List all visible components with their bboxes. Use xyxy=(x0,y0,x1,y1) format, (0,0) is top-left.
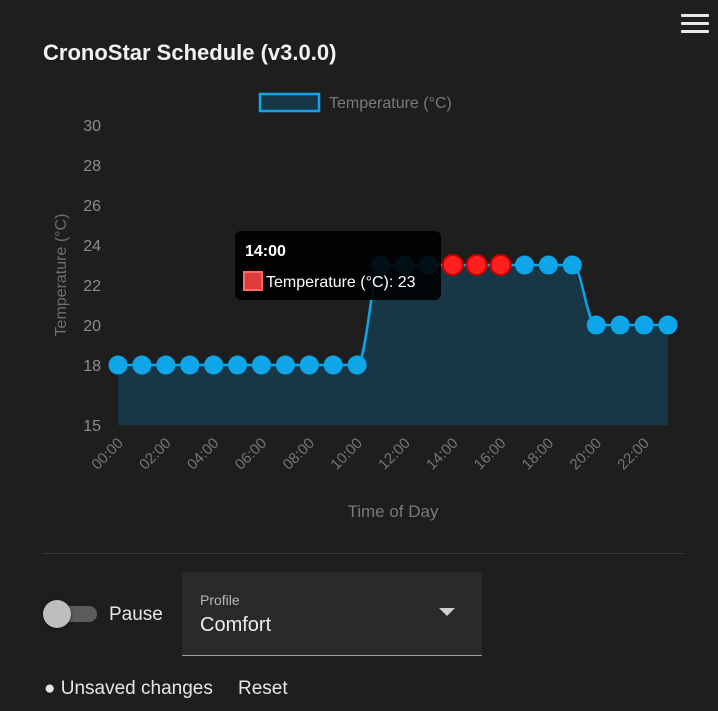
x-tick-label: 02:00 xyxy=(136,435,175,474)
data-point[interactable] xyxy=(515,255,535,275)
dropdown-arrow-icon xyxy=(439,608,455,616)
data-point[interactable] xyxy=(658,315,678,335)
x-tick-label: 18:00 xyxy=(519,435,558,474)
data-point[interactable] xyxy=(204,355,224,375)
data-point[interactable] xyxy=(156,355,176,375)
profile-select-label: Profile xyxy=(200,592,240,608)
legend-label[interactable]: Temperature (°C) xyxy=(329,95,452,112)
data-point[interactable] xyxy=(634,315,654,335)
x-tick-label: 06:00 xyxy=(232,435,271,474)
y-tick-label: 26 xyxy=(83,198,101,215)
pause-toggle[interactable] xyxy=(43,600,97,628)
temperature-chart[interactable]: 15 18 20 22 24 26 28 30 Temperature (°C) 00:00 02:… xyxy=(0,80,718,530)
data-point[interactable] xyxy=(441,254,464,276)
data-point[interactable] xyxy=(586,315,606,335)
legend-swatch[interactable] xyxy=(258,92,321,113)
profile-select[interactable]: Profile Comfort xyxy=(182,572,482,656)
data-point[interactable] xyxy=(489,254,512,276)
data-point[interactable] xyxy=(228,355,248,375)
data-point[interactable] xyxy=(108,355,128,375)
x-axis-title: Time of Day xyxy=(347,502,439,521)
tooltip-title: 14:00 xyxy=(245,243,286,260)
x-tick-label: 14:00 xyxy=(423,435,462,474)
data-point[interactable] xyxy=(180,355,200,375)
reset-button[interactable]: Reset xyxy=(238,678,288,700)
x-tick-label: 16:00 xyxy=(471,435,510,474)
y-tick-label: 28 xyxy=(83,158,101,175)
toggle-thumb xyxy=(43,600,71,628)
x-tick-label: 22:00 xyxy=(614,435,653,474)
data-point[interactable] xyxy=(610,315,630,335)
chart-svg[interactable]: 15 18 20 22 24 26 28 30 Temperature (°C) 00:00 02:… xyxy=(0,80,718,530)
profile-select-value: Comfort xyxy=(200,614,272,636)
y-tick-label: 20 xyxy=(83,318,101,335)
x-tick-label: 00:00 xyxy=(88,435,127,474)
data-point[interactable] xyxy=(251,355,271,375)
data-point[interactable] xyxy=(347,355,367,375)
pause-label: Pause xyxy=(109,604,163,625)
card-title: CronoStar Schedule (v3.0.0) xyxy=(43,40,337,65)
data-point[interactable] xyxy=(132,355,152,375)
data-point[interactable] xyxy=(275,355,295,375)
data-point[interactable] xyxy=(323,355,343,375)
y-tick-label: 30 xyxy=(83,118,101,135)
y-tick-label: 24 xyxy=(83,238,101,255)
data-point[interactable] xyxy=(538,255,558,275)
divider xyxy=(43,553,683,554)
x-tick-label: 20:00 xyxy=(567,435,606,474)
y-tick-label: 15 xyxy=(83,418,101,435)
y-axis-title: Temperature (°C) xyxy=(53,214,70,337)
data-point[interactable] xyxy=(465,254,488,276)
x-tick-label: 08:00 xyxy=(280,435,319,474)
x-tick-label: 10:00 xyxy=(327,435,366,474)
tooltip-swatch xyxy=(243,271,263,291)
x-tick-label: 04:00 xyxy=(184,435,223,474)
x-tick-label: 12:00 xyxy=(375,435,414,474)
hamburger-menu-icon[interactable] xyxy=(681,14,709,36)
unsaved-changes-status: ● Unsaved changes xyxy=(44,678,213,699)
data-point[interactable] xyxy=(562,255,582,275)
y-tick-label: 22 xyxy=(83,278,101,295)
data-point[interactable] xyxy=(299,355,319,375)
y-tick-label: 18 xyxy=(83,358,101,375)
tooltip-label: Temperature (°C): 23 xyxy=(266,274,416,291)
